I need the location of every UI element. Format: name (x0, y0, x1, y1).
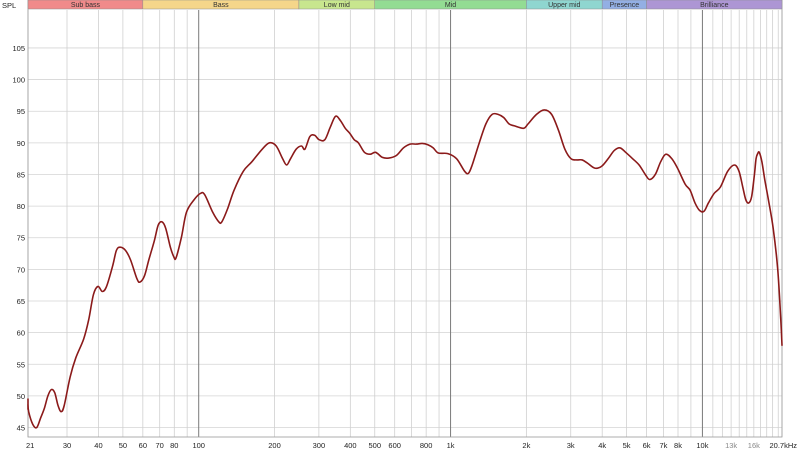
x-tick-label: 1k (447, 441, 455, 450)
x-tick-label: 10k (696, 441, 708, 450)
x-tick-label: 13k (725, 441, 737, 450)
x-tick-label: 100 (192, 441, 205, 450)
band-label: Presence (610, 2, 640, 9)
x-tick-label: 20.7kHz (769, 441, 797, 450)
band-label: Sub bass (71, 2, 101, 9)
x-tick-label: 16k (748, 441, 760, 450)
y-tick-label: 65 (17, 297, 25, 306)
x-tick-label: 50 (119, 441, 127, 450)
y-tick-label: 60 (17, 329, 25, 338)
band-label: Mid (445, 2, 456, 9)
x-tick-label: 500 (368, 441, 381, 450)
x-tick-label: 5k (623, 441, 631, 450)
band-label: Upper mid (548, 2, 580, 9)
band-label: Bass (213, 2, 229, 9)
x-tick-label: 8k (674, 441, 682, 450)
y-tick-label: 50 (17, 392, 25, 401)
y-tick-label: 70 (17, 265, 25, 274)
y-axis-label: SPL (2, 1, 16, 10)
y-tick-label: 45 (17, 424, 25, 433)
x-tick-label: 400 (344, 441, 357, 450)
x-tick-label: 40 (94, 441, 102, 450)
y-tick-label: 95 (17, 107, 25, 116)
x-tick-label: 600 (388, 441, 401, 450)
x-tick-label: 2k (522, 441, 530, 450)
band-label: Low mid (324, 2, 350, 9)
x-tick-label: 800 (420, 441, 433, 450)
y-tick-label: 105 (12, 44, 25, 53)
x-tick-label: 4k (598, 441, 606, 450)
y-tick-label: 55 (17, 360, 25, 369)
x-tick-label: 6k (643, 441, 651, 450)
frequency-response-chart: Sub bass Bass Low mid Mid Upper mid Presence B… (0, 0, 800, 451)
x-tick-label: 70 (156, 441, 164, 450)
chart-background (0, 0, 800, 451)
x-tick-label: 3k (567, 441, 575, 450)
y-tick-label: 85 (17, 170, 25, 179)
y-tick-label: 80 (17, 202, 25, 211)
x-tick-label: 200 (268, 441, 281, 450)
y-tick-label: 90 (17, 139, 25, 148)
frequency-band-bar: Sub bass Bass Low mid Mid Upper mid Presence B… (27, 0, 783, 10)
x-tick-label: 300 (313, 441, 326, 450)
band-label: Brilliance (700, 2, 729, 9)
y-tick-label: 100 (12, 76, 25, 85)
x-tick-label: 80 (170, 441, 178, 450)
x-tick-label: 60 (139, 441, 147, 450)
x-tick-label: 7k (659, 441, 667, 450)
y-tick-label: 75 (17, 234, 25, 243)
x-tick-label: 21 (26, 441, 34, 450)
x-tick-label: 30 (63, 441, 71, 450)
